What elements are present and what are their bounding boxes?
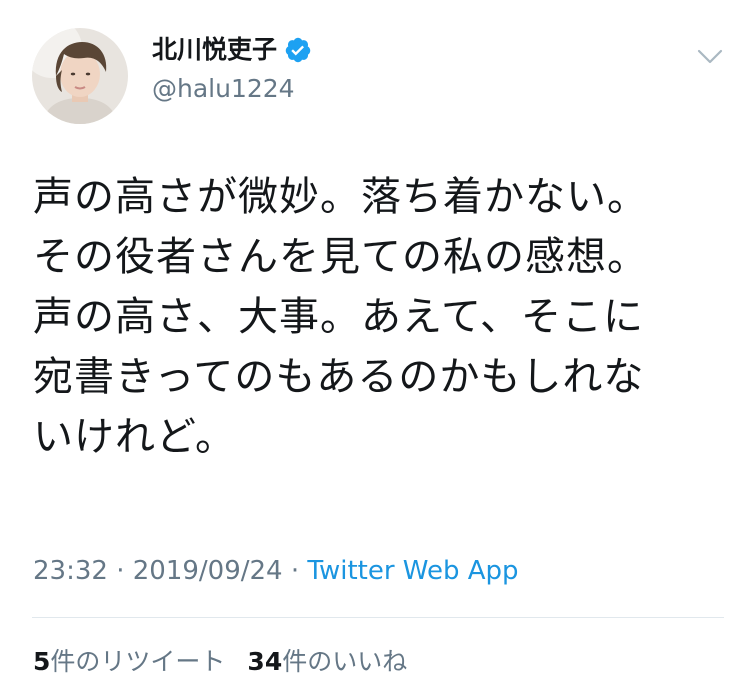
tweet-text-line: 宛書きってのもあるのかもしれな	[33, 354, 645, 400]
tweet-stats: 5件のリツイート 34件のいいね	[33, 645, 407, 679]
author-display-name[interactable]: 北川悦吏子	[152, 33, 277, 67]
author-display-name-row[interactable]: 北川悦吏子	[152, 33, 312, 67]
tweet-text-line: 声の高さ、大事。あえて、そこに	[33, 294, 644, 340]
like-label: 件のいいね	[282, 647, 408, 676]
divider	[32, 617, 724, 618]
tweet-text: 声の高さが微妙。落ち着かない。 その役者さんを見ての私の感想。 声の高さ、大事。…	[33, 167, 723, 467]
verified-badge-icon	[285, 37, 311, 63]
profile-photo	[32, 28, 128, 124]
author-handle[interactable]: @halu1224	[152, 72, 295, 106]
tweet-time[interactable]: 23:32	[33, 556, 108, 586]
tweet-text-line: いけれど。	[33, 414, 236, 460]
like-count: 34	[247, 647, 283, 676]
meta-separator: ·	[282, 556, 308, 586]
retweet-label: 件のリツイート	[50, 647, 226, 676]
chevron-down-icon[interactable]	[690, 40, 730, 72]
tweet-date[interactable]: 2019/09/24	[133, 556, 283, 586]
tweet-source-link[interactable]: Twitter Web App	[307, 556, 518, 586]
tweet-meta: 23:32 · 2019/09/24 · Twitter Web App	[33, 553, 519, 589]
retweet-stat[interactable]: 5件のリツイート	[33, 647, 225, 676]
tweet-text-line: 声の高さが微妙。落ち着かない。	[33, 174, 648, 220]
meta-separator: ·	[107, 556, 133, 586]
like-stat[interactable]: 34件のいいね	[247, 647, 407, 676]
tweet-text-line: その役者さんを見ての私の感想。	[33, 234, 648, 280]
avatar[interactable]	[32, 28, 128, 124]
retweet-count: 5	[33, 647, 51, 676]
